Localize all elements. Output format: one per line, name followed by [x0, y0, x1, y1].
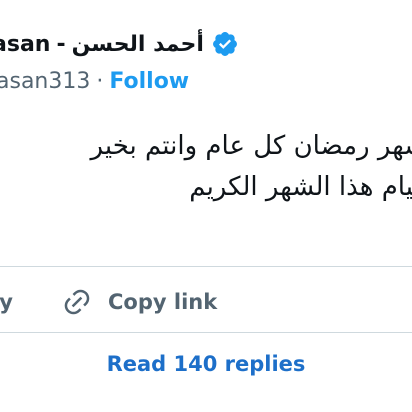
follow-button[interactable]: Follow [109, 69, 189, 94]
verified-badge-icon [212, 32, 237, 56]
author-handle-row: asan313 · Follow [0, 64, 189, 98]
tweet-card: asan - أحمد الحسن asan313 · Follow شهر ر… [0, 0, 412, 412]
author-name-row[interactable]: asan - أحمد الحسن [0, 26, 239, 62]
handle-dot-separator: · [96, 68, 104, 94]
read-replies-button[interactable]: Read 140 replies [107, 352, 306, 376]
author-name-latin[interactable]: asan [0, 32, 50, 57]
copy-link-label: Copy link [108, 290, 218, 314]
author-name-separator: - [56, 31, 66, 57]
author-handle[interactable]: asan313 [0, 69, 90, 94]
read-replies-row: Read 140 replies [0, 346, 412, 382]
copy-link-button[interactable]: Copy link [62, 280, 217, 324]
reply-button[interactable]: ly [0, 280, 13, 324]
actions-divider-bottom [0, 332, 412, 333]
tweet-actions-row: ly Copy link [0, 280, 412, 324]
link-icon [64, 289, 90, 315]
tweet-text-line-2: قيام هذا الشهر الكريم [189, 172, 412, 202]
actions-divider-top [0, 266, 412, 267]
tweet-text-line-1: شهر رمضان كل عام وانتم بخير [90, 131, 412, 161]
reply-label: ly [0, 290, 13, 314]
author-name-arabic[interactable]: أحمد الحسن [72, 32, 204, 57]
tweet-text: شهر رمضان كل عام وانتم بخير قيام هذا الش… [0, 126, 412, 208]
